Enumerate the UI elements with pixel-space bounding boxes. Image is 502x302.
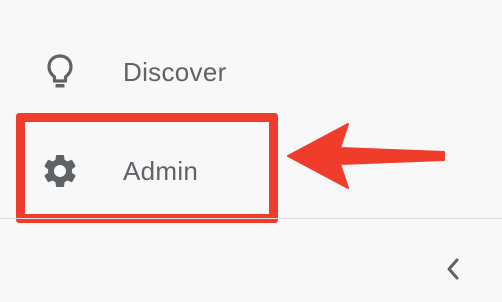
- annotation-highlight-box: [16, 113, 278, 223]
- sidebar-item-discover[interactable]: Discover: [0, 32, 502, 112]
- lightbulb-icon: [38, 50, 82, 94]
- chevron-left-icon: [445, 257, 461, 286]
- collapse-sidebar-button[interactable]: [438, 256, 468, 286]
- divider: [0, 218, 502, 219]
- sidebar-item-label: Discover: [123, 56, 227, 87]
- annotation-arrow-icon: [287, 123, 445, 189]
